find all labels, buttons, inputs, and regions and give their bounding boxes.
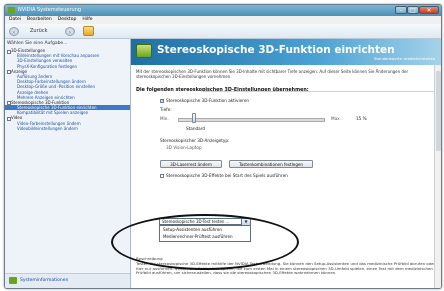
enable-stereo-label[interactable]: Stereoskopische 3D-Funktion aktivieren	[166, 98, 249, 103]
system-info-icon	[9, 277, 17, 284]
window-title: NVIDIA Systemsteuerung	[18, 7, 82, 13]
page-banner: Stereoskopische 3D-Funktion einrichten S…	[131, 39, 441, 65]
menu-bar: Datei Bearbeiten Desktop Hilfe	[5, 16, 441, 24]
enable-stereo-checkbox[interactable]	[160, 98, 164, 103]
back-label[interactable]: Zurück	[30, 27, 47, 36]
depth-slider-thumb[interactable]	[192, 113, 196, 123]
depth-label: Tiefe:	[160, 107, 172, 112]
home-icon[interactable]	[83, 26, 94, 36]
menu-edit[interactable]: Bearbeiten	[27, 16, 52, 24]
background-stereo-checkbox[interactable]	[160, 174, 164, 178]
depth-max-label: Max.	[331, 116, 341, 121]
minimize-button[interactable]: –	[395, 6, 407, 14]
nvidia-logo-icon	[8, 7, 15, 14]
stereo-3d-icon	[136, 44, 152, 58]
toolbar: ‹ Zurück ›	[5, 24, 441, 39]
close-button[interactable]: ✕	[419, 6, 439, 14]
sidebar-header: Wählen Sie eine Aufgabe...	[7, 41, 68, 46]
system-info-link[interactable]: Systeminformationen	[20, 277, 68, 284]
restore-defaults-link[interactable]: Standardwerte wiederherstellen	[374, 56, 435, 62]
page-description: Mit der stereoskopischen 3D-Funktion kön…	[136, 69, 409, 80]
background-stereo-label[interactable]: Stereoskopische 3D-Effekte bei Start des…	[166, 173, 288, 178]
back-arrow-icon[interactable]: ‹	[9, 27, 19, 36]
title-bar[interactable]: NVIDIA Systemsteuerung – □ ✕	[5, 5, 441, 16]
task-tree: 3D-Einstellungen Bildeinstellungen mit Vo…	[5, 48, 130, 131]
menu-file[interactable]: Datei	[9, 16, 21, 24]
sidebar-footer: Systeminformationen	[5, 273, 130, 288]
page-title: Stereoskopische 3D-Funktion einrichten	[157, 44, 395, 56]
depth-value: 15 %	[356, 116, 367, 121]
display-type-value: 3D Vision-Laptop	[166, 145, 202, 150]
forward-arrow-icon[interactable]: ›	[65, 27, 75, 36]
section-divider	[201, 91, 435, 92]
depth-slider-track[interactable]	[178, 118, 325, 122]
tree-item[interactable]: Videobildeinstellungen ändern	[5, 126, 130, 131]
hotkeys-button[interactable]: Tastenkombinationen festlegen	[229, 160, 313, 168]
maximize-button[interactable]: □	[407, 6, 419, 14]
depth-min-label: Min.	[160, 116, 169, 121]
menu-desktop[interactable]: Desktop	[58, 16, 77, 24]
keys-button[interactable]: 3D-Laserrest ändern	[160, 160, 222, 168]
highlight-annotation	[111, 214, 299, 270]
scrollbar-thumb[interactable]	[435, 71, 441, 151]
depth-preset: Standard	[186, 126, 206, 131]
task-sidebar: Wählen Sie eine Aufgabe... 3D-Einstellun…	[5, 39, 131, 288]
menu-help[interactable]: Hilfe	[82, 16, 92, 24]
display-type-label: Stereoskopischer 3D-Anzeigetyp:	[160, 138, 230, 143]
